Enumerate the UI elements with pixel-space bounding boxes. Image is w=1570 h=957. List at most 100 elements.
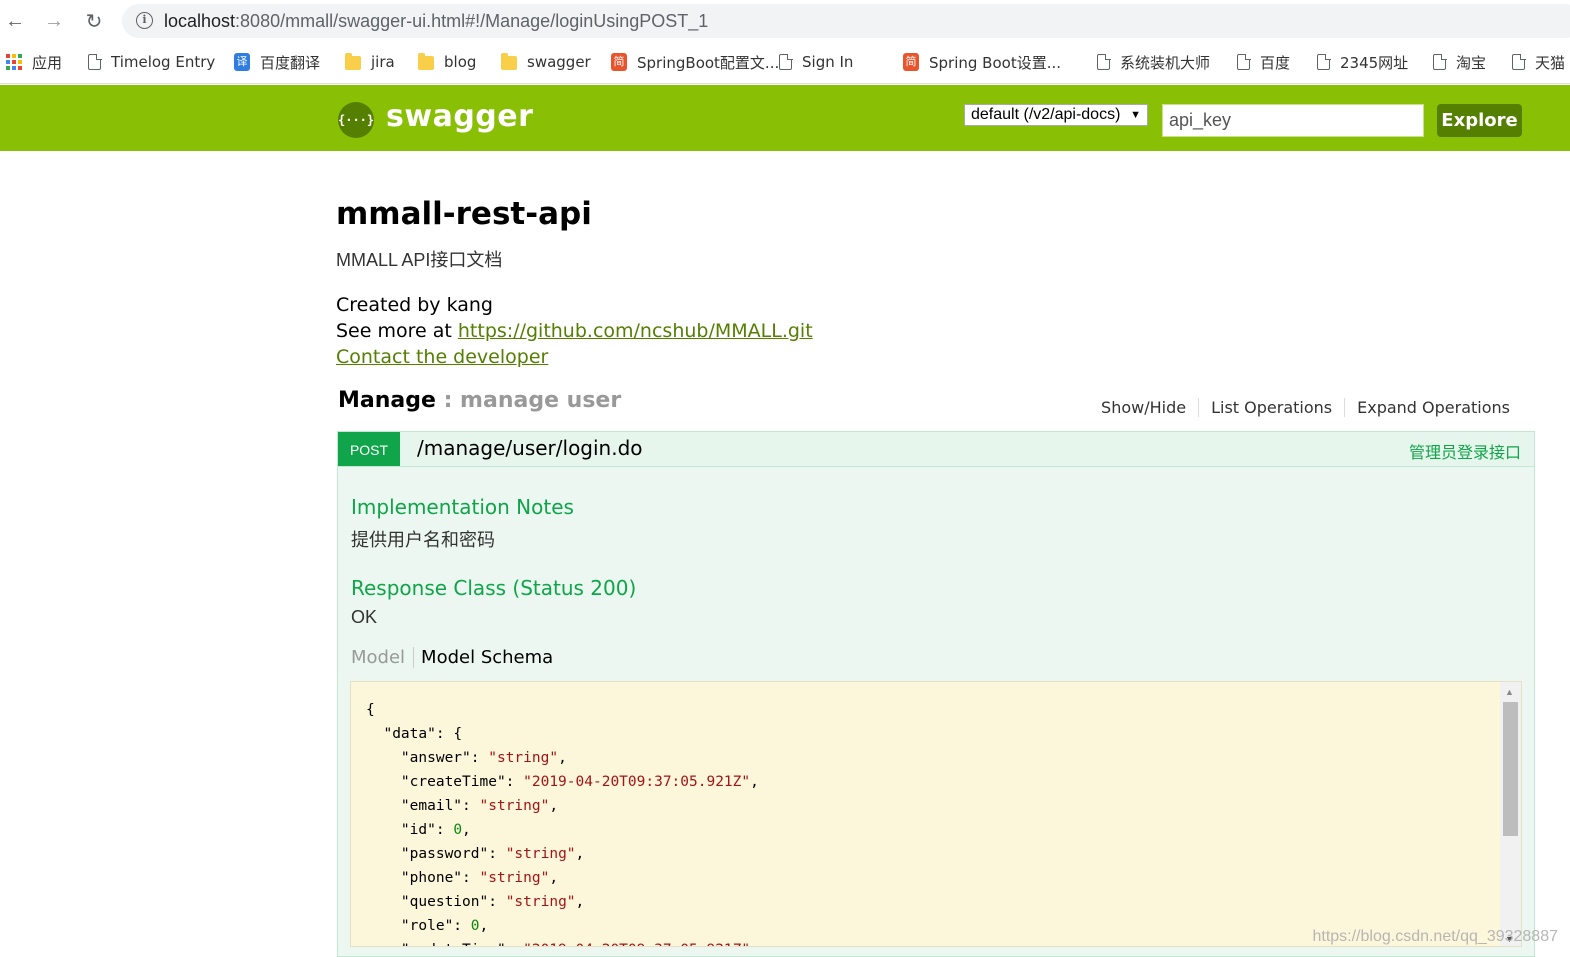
page-icon [1512, 54, 1525, 70]
see-more-line: See more at https://github.com/ncshub/MM… [336, 320, 813, 342]
bookmark-label: 百度 [1260, 52, 1290, 73]
bookmark-item[interactable]: 系统装机大师 [1097, 50, 1210, 74]
jianshu-icon: 简 [903, 53, 919, 71]
bookmark-label: Spring Boot设置... [929, 52, 1061, 73]
back-arrow-icon[interactable]: ← [2, 8, 28, 34]
bookmark-item[interactable]: 天猫 [1512, 50, 1565, 74]
schema-code: { "data": { "answer": "string", "createT… [366, 698, 759, 947]
tab-model[interactable]: Model [351, 647, 414, 668]
created-by: Created by kang [336, 294, 493, 316]
implementation-notes-title: Implementation Notes [351, 495, 574, 519]
resource-name[interactable]: Manage [338, 388, 436, 413]
bookmark-label: Sign In [802, 53, 853, 71]
explore-button[interactable]: Explore [1437, 104, 1522, 137]
operation-path[interactable]: /manage/user/login.do [417, 436, 643, 460]
show-hide-link[interactable]: Show/Hide [1089, 398, 1198, 417]
expand-operations-link[interactable]: Expand Operations [1344, 398, 1522, 417]
schema-line: "data": { [366, 722, 759, 746]
tab-model-schema[interactable]: Model Schema [414, 647, 553, 668]
swagger-header: {···} swagger default (/v2/api-docs)▼ ap… [0, 85, 1570, 151]
bookmark-item[interactable]: Timelog Entry [88, 50, 215, 74]
bookmark-item[interactable]: 应用 [6, 50, 62, 74]
bookmark-item[interactable]: Sign In [779, 50, 853, 74]
response-class-text: OK [351, 607, 377, 628]
page-icon [1237, 54, 1250, 70]
bookmark-item[interactable]: 淘宝 [1433, 50, 1486, 74]
http-method-badge[interactable]: POST [338, 432, 400, 466]
contact-developer-link[interactable]: Contact the developer [336, 346, 548, 368]
schema-line: "updateTime": "2019-04-20T09:37:05.921Z"… [366, 938, 759, 947]
jianshu-icon: 简 [611, 53, 627, 71]
browser-toolbar: ← → ↻ i localhost:8080/mmall/swagger-ui.… [0, 0, 1570, 42]
schema-line: "answer": "string", [366, 746, 759, 770]
swagger-logo-icon[interactable]: {···} [338, 102, 374, 138]
bookmark-item[interactable]: blog [418, 50, 476, 74]
list-operations-link[interactable]: List Operations [1198, 398, 1344, 417]
translate-icon: 译 [234, 53, 250, 71]
scroll-up-icon[interactable]: ▲ [1505, 687, 1514, 697]
bookmark-label: swagger [527, 53, 591, 71]
page-icon [1317, 54, 1330, 70]
bookmark-item[interactable]: 简 SpringBoot配置文... [611, 50, 779, 74]
swagger-title[interactable]: swagger [386, 99, 533, 134]
page-icon [1097, 54, 1110, 70]
operation-summary[interactable]: 管理员登录接口 [1409, 439, 1521, 463]
bookmark-label: 天猫 [1535, 52, 1565, 73]
bookmark-label: jira [371, 53, 395, 71]
bookmark-item[interactable]: 2345网址 [1317, 50, 1408, 74]
folder-icon [418, 56, 434, 70]
bookmark-label: SpringBoot配置文... [637, 52, 779, 73]
github-link[interactable]: https://github.com/ncshub/MMALL.git [458, 320, 813, 342]
api-spec-select[interactable]: default (/v2/api-docs)▼ [964, 104, 1148, 126]
page-icon [88, 54, 101, 70]
bookmark-label: 淘宝 [1456, 52, 1486, 73]
model-tabs: Model Model Schema [351, 647, 553, 668]
url-text[interactable]: localhost:8080/mmall/swagger-ui.html#!/M… [164, 11, 708, 32]
bookmark-label: 应用 [32, 52, 62, 73]
schema-line: { [366, 698, 759, 722]
bookmark-label: 2345网址 [1340, 52, 1408, 73]
bookmark-item[interactable]: 简 Spring Boot设置... [903, 50, 1061, 74]
site-info-icon[interactable]: i [136, 12, 153, 29]
address-bar[interactable]: i localhost:8080/mmall/swagger-ui.html#!… [122, 4, 1570, 38]
dropdown-arrow-icon: ▼ [1130, 105, 1141, 125]
operation-body: Implementation Notes 提供用户名和密码 Response C… [337, 467, 1535, 957]
reload-icon[interactable]: ↻ [81, 8, 107, 34]
bookmark-item[interactable]: swagger [501, 50, 591, 74]
bookmark-label: blog [444, 53, 476, 71]
bookmarks-bar: 应用 Timelog Entry 译百度翻译 jira blog swagger 简 Spri… [0, 42, 1570, 84]
response-class-title: Response Class (Status 200) [351, 576, 636, 600]
schema-line: "question": "string", [366, 890, 759, 914]
folder-icon [345, 56, 361, 70]
schema-line: "createTime": "2019-04-20T09:37:05.921Z"… [366, 770, 759, 794]
schema-line: "role": 0, [366, 914, 759, 938]
schema-scrollbar[interactable]: ▲ ▼ [1500, 682, 1521, 946]
resource-options: Show/Hide List Operations Expand Operati… [1089, 398, 1522, 417]
api-description: MMALL API接口文档 [336, 246, 502, 272]
bookmark-label: 百度翻译 [260, 52, 320, 73]
schema-line: "phone": "string", [366, 866, 759, 890]
implementation-notes-text: 提供用户名和密码 [351, 526, 495, 552]
bookmark-label: 系统装机大师 [1120, 52, 1210, 73]
operation-header[interactable]: POST /manage/user/login.do 管理员登录接口 [337, 431, 1535, 467]
forward-arrow-icon[interactable]: → [41, 8, 67, 34]
bookmark-label: Timelog Entry [111, 53, 215, 71]
resource-heading[interactable]: Manage : manage user [338, 388, 621, 413]
folder-icon [501, 56, 517, 70]
bookmark-item[interactable]: 译百度翻译 [234, 50, 320, 74]
page-icon [1433, 54, 1446, 70]
api-title: mmall-rest-api [336, 196, 592, 232]
api-key-input[interactable]: api_key [1162, 104, 1424, 137]
schema-line: "id": 0, [366, 818, 759, 842]
schema-line: "email": "string", [366, 794, 759, 818]
page-icon [779, 54, 792, 70]
bookmark-item[interactable]: jira [345, 50, 395, 74]
contact-line: Contact the developer [336, 346, 548, 368]
watermark: https://blog.csdn.net/qq_39328887 [1312, 928, 1558, 946]
scroll-thumb[interactable] [1503, 702, 1518, 836]
schema-line: "password": "string", [366, 842, 759, 866]
apps-icon [6, 54, 22, 70]
bookmark-item[interactable]: 百度 [1237, 50, 1290, 74]
model-schema-box[interactable]: { "data": { "answer": "string", "createT… [350, 681, 1522, 947]
resource-description: manage user [460, 388, 621, 413]
